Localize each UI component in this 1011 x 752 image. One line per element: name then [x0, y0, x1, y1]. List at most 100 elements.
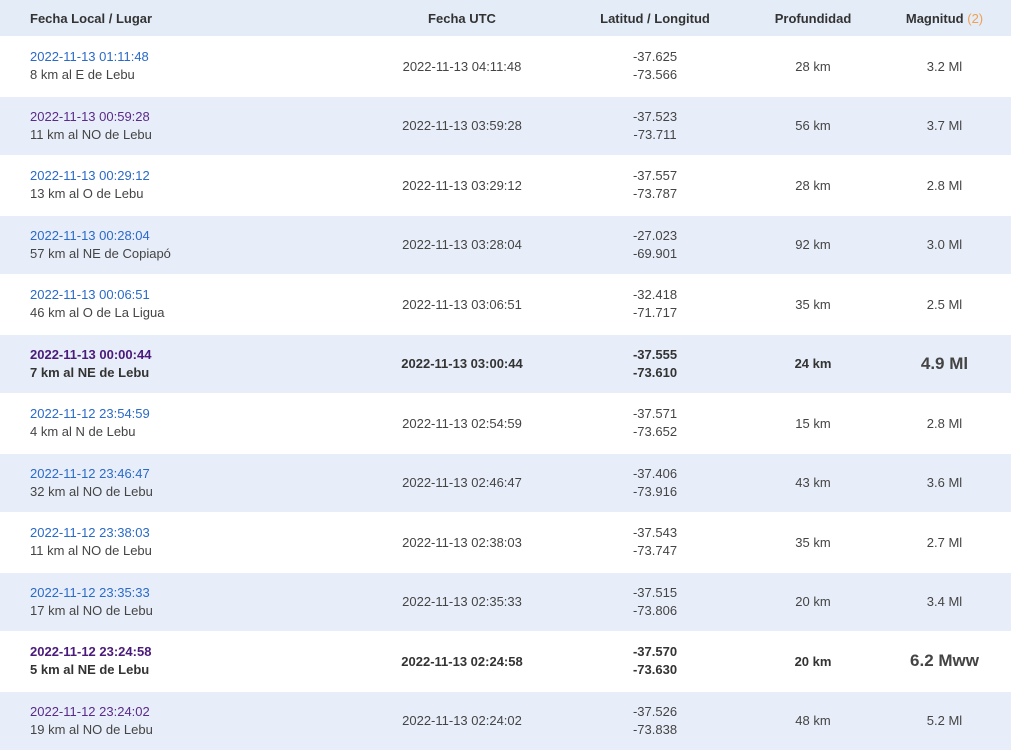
header-magnitude-label: Magnitud [905, 10, 964, 26]
coordinates-cell: -37.625 -73.566 [562, 36, 748, 97]
magnitude-count-badge: (2) [967, 10, 984, 26]
latitude: -37.526 [632, 703, 678, 719]
depth-cell: 15 km [748, 393, 878, 454]
event-local-time-link[interactable]: 2022-11-13 00:29:12 [30, 167, 362, 185]
magnitude: 2.5 Ml [926, 296, 963, 312]
event-reference: 32 km al NO de Lebu [30, 483, 153, 499]
longitude: -73.566 [632, 67, 678, 83]
depth-cell: 35 km [748, 512, 878, 573]
event-local-time-link[interactable]: 2022-11-13 00:59:28 [30, 108, 362, 126]
latitude: -37.571 [632, 406, 678, 422]
longitude: -73.838 [632, 721, 678, 737]
header-magnitude: Magnitud (2) [878, 0, 1011, 37]
longitude: -73.711 [633, 126, 677, 142]
depth: 28 km [795, 58, 831, 74]
coordinates-cell: -37.543 -73.747 [562, 512, 748, 573]
coordinates-cell: -37.526 -73.838 [562, 691, 748, 751]
event-local-time-link[interactable]: 2022-11-12 23:38:03 [30, 524, 362, 542]
magnitude-cell: 2.5 Ml [878, 274, 1011, 335]
utc-time: 2022-11-13 03:29:12 [402, 177, 522, 193]
utc-time: 2022-11-13 04:11:48 [402, 58, 522, 74]
magnitude: 3.7 Ml [926, 118, 963, 134]
utc-time: 2022-11-13 03:28:04 [402, 237, 522, 253]
depth: 43 km [795, 475, 831, 491]
event-local-time-link[interactable]: 2022-11-12 23:24:02 [30, 703, 362, 721]
depth: 56 km [795, 118, 831, 134]
table-row: 2022-11-12 23:54:59 4 km al N de Lebu 2022… [0, 393, 1011, 454]
magnitude-cell: 2.7 Ml [878, 512, 1011, 573]
magnitude-cell: 6.2 Mww [878, 631, 1011, 692]
depth: 28 km [795, 177, 831, 193]
local-place-cell: 2022-11-12 23:24:02 19 km al NO de Lebu [0, 691, 362, 751]
event-local-time-link[interactable]: 2022-11-12 23:46:47 [30, 465, 362, 483]
utc-time: 2022-11-13 03:59:28 [402, 118, 522, 134]
local-place-cell: 2022-11-12 23:38:03 11 km al NO de Lebu [0, 512, 362, 573]
header-local-place-label: Fecha Local / Lugar [30, 10, 153, 26]
magnitude: 6.2 Mww [910, 651, 979, 671]
local-place-cell: 2022-11-13 00:00:44 7 km al NE de Lebu [0, 334, 362, 394]
utc-time-cell: 2022-11-13 04:11:48 [362, 36, 562, 97]
local-place-cell: 2022-11-12 23:24:58 5 km al NE de Lebu [0, 631, 362, 692]
utc-time: 2022-11-13 02:35:33 [402, 594, 522, 610]
local-place-cell: 2022-11-12 23:46:47 32 km al NO de Lebu [0, 453, 362, 513]
utc-time: 2022-11-13 03:00:44 [401, 356, 523, 372]
latitude: -37.625 [632, 49, 678, 65]
utc-time-cell: 2022-11-13 02:24:58 [362, 631, 562, 692]
utc-time-cell: 2022-11-13 02:38:03 [362, 512, 562, 573]
depth: 15 km [795, 415, 831, 431]
magnitude: 2.8 Ml [926, 177, 963, 193]
coordinates-cell: -37.570 -73.630 [562, 631, 748, 692]
depth-cell: 20 km [748, 572, 878, 632]
local-place-cell: 2022-11-13 00:06:51 46 km al O de La Ligu… [0, 274, 362, 335]
utc-time-cell: 2022-11-13 02:46:47 [362, 453, 562, 513]
magnitude: 5.2 Ml [926, 713, 963, 729]
depth-cell: 28 km [748, 36, 878, 97]
depth-cell: 48 km [748, 691, 878, 751]
coordinates-cell: -37.523 -73.711 [562, 96, 748, 156]
longitude: -71.717 [632, 305, 678, 321]
magnitude: 2.8 Ml [926, 415, 963, 431]
depth-cell: 28 km [748, 155, 878, 216]
event-local-time-link[interactable]: 2022-11-13 00:06:51 [30, 286, 362, 304]
utc-time: 2022-11-13 03:06:51 [402, 296, 522, 312]
magnitude-cell: 4.9 Ml [878, 334, 1011, 394]
latitude: -37.523 [632, 108, 678, 124]
magnitude: 2.7 Ml [926, 534, 963, 550]
local-place-cell: 2022-11-12 23:54:59 4 km al N de Lebu [0, 393, 362, 454]
magnitude-cell: 3.7 Ml [878, 96, 1011, 156]
utc-time: 2022-11-13 02:54:59 [402, 415, 522, 431]
coordinates-cell: -37.406 -73.916 [562, 453, 748, 513]
header-depth-label: Profundidad [774, 10, 852, 26]
magnitude: 4.9 Ml [920, 353, 969, 373]
event-local-time-link[interactable]: 2022-11-13 00:28:04 [30, 227, 362, 245]
event-local-time-link[interactable]: 2022-11-13 00:00:44 [30, 346, 362, 364]
depth: 35 km [795, 296, 831, 312]
utc-time-cell: 2022-11-13 02:54:59 [362, 393, 562, 454]
longitude: -73.630 [632, 662, 678, 678]
table-row: 2022-11-12 23:35:33 17 km al NO de Lebu 20… [0, 572, 1011, 632]
latitude: -37.555 [632, 346, 678, 362]
longitude: -73.806 [632, 602, 678, 618]
magnitude: 3.6 Ml [926, 475, 963, 491]
utc-time-cell: 2022-11-13 03:06:51 [362, 274, 562, 335]
depth-cell: 24 km [748, 334, 878, 394]
event-local-time-link[interactable]: 2022-11-13 01:11:48 [30, 48, 362, 66]
event-reference: 17 km al NO de Lebu [30, 602, 153, 618]
event-local-time-link[interactable]: 2022-11-12 23:24:58 [30, 643, 362, 661]
coordinates-cell: -27.023 -69.901 [562, 215, 748, 275]
event-local-time-link[interactable]: 2022-11-12 23:54:59 [30, 405, 362, 423]
table-row: 2022-11-13 01:11:48 8 km al E de Lebu 2022… [0, 36, 1011, 97]
depth: 92 km [795, 237, 831, 253]
event-reference: 19 km al NO de Lebu [30, 721, 153, 737]
longitude: -73.652 [632, 424, 678, 440]
coordinates-cell: -37.555 -73.610 [562, 334, 748, 394]
utc-time: 2022-11-13 02:46:47 [402, 475, 522, 491]
utc-time-cell: 2022-11-13 03:28:04 [362, 215, 562, 275]
event-reference: 46 km al O de La Ligua [30, 305, 165, 321]
event-reference: 57 km al NE de Copiapó [30, 245, 171, 261]
magnitude-cell: 3.4 Ml [878, 572, 1011, 632]
utc-time-cell: 2022-11-13 03:59:28 [362, 96, 562, 156]
event-local-time-link[interactable]: 2022-11-12 23:35:33 [30, 584, 362, 602]
longitude: -73.610 [632, 364, 678, 380]
event-reference: 8 km al E de Lebu [30, 67, 135, 83]
